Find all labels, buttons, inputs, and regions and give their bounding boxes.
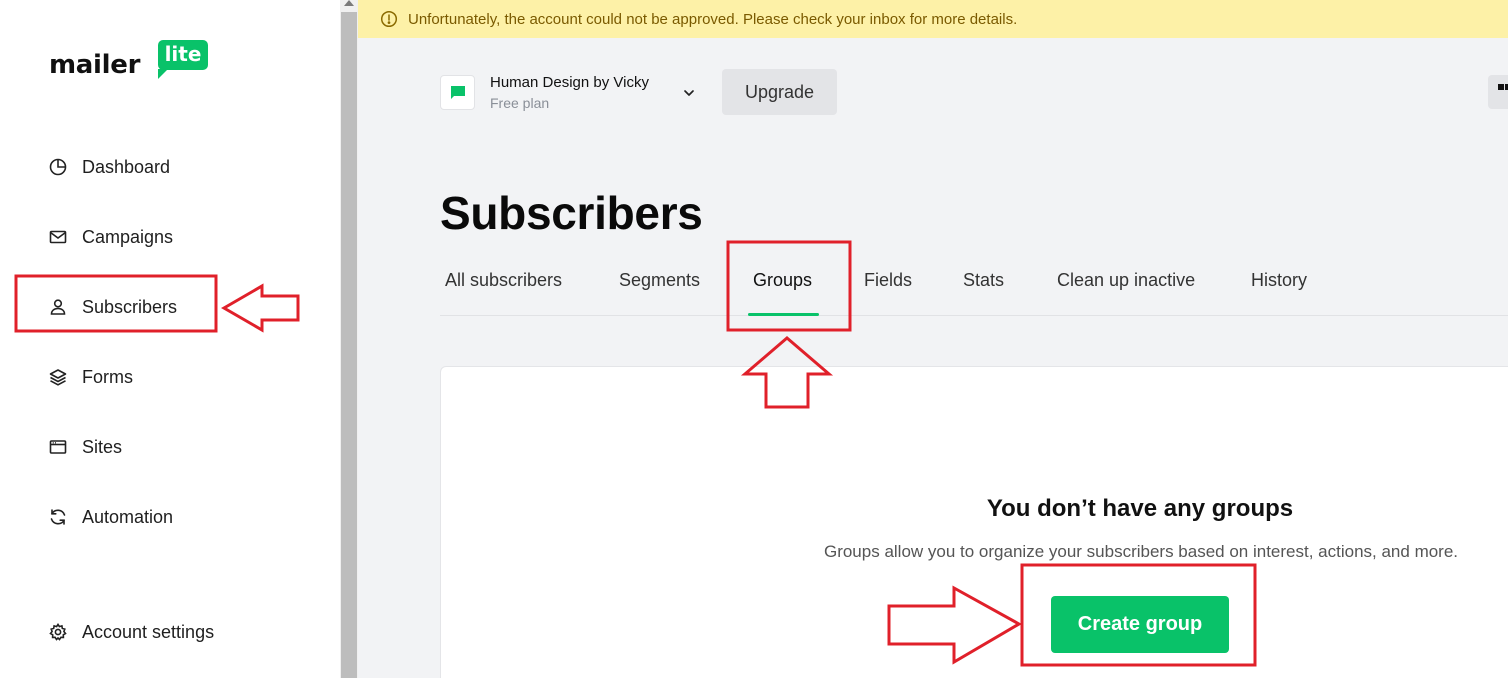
sidebar-item-dashboard[interactable]: Dashboard xyxy=(48,152,170,182)
tab-history[interactable]: History xyxy=(1251,270,1307,291)
sidebar-item-label: Subscribers xyxy=(82,296,178,317)
groups-empty-state-card: You don’t have any groups Groups allow y… xyxy=(440,366,1508,678)
tab-segments[interactable]: Segments xyxy=(619,270,700,291)
sidebar-item-sites[interactable]: Sites xyxy=(48,432,122,462)
scroll-up-arrow-icon[interactable] xyxy=(344,0,354,6)
account-switcher[interactable]: Human Design by Vicky Free plan xyxy=(440,74,694,111)
sidebar-item-label: Sites xyxy=(82,436,123,457)
sidebar-item-subscribers[interactable]: Subscribers xyxy=(48,292,177,322)
sidebar-item-label: Account settings xyxy=(82,621,215,642)
clock-pie-icon xyxy=(49,158,67,176)
create-group-button[interactable]: Create group xyxy=(1051,596,1229,653)
sidebar-item-label: Dashboard xyxy=(82,156,171,177)
sidebar-scrollbar-thumb[interactable] xyxy=(341,12,357,678)
tab-fields[interactable]: Fields xyxy=(864,270,912,291)
envelope-icon xyxy=(49,230,67,244)
account-name: Human Design by Vicky xyxy=(490,74,649,91)
gear-icon xyxy=(49,623,67,641)
tab-stats[interactable]: Stats xyxy=(963,270,1004,291)
alert-text: Unfortunately, the account could not be … xyxy=(408,10,1018,28)
sidebar-item-forms[interactable]: Forms xyxy=(48,362,133,392)
account-plan: Free plan xyxy=(490,95,550,111)
sidebar-item-automation[interactable]: Automation xyxy=(48,502,173,532)
grid-icon xyxy=(1498,84,1504,90)
sidebar-item-label: Automation xyxy=(82,506,174,527)
logo-badge-text: lite xyxy=(164,42,202,66)
tab-all-subscribers[interactable]: All subscribers xyxy=(445,270,562,291)
empty-state-title: You don’t have any groups xyxy=(986,495,1294,522)
main-content: Unfortunately, the account could not be … xyxy=(358,0,1508,678)
account-alert-banner: Unfortunately, the account could not be … xyxy=(358,0,1508,38)
active-tab-indicator xyxy=(748,313,819,316)
user-icon xyxy=(50,299,66,315)
refresh-icon xyxy=(50,509,66,525)
chat-bubble-icon xyxy=(450,86,465,99)
browser-window-icon xyxy=(49,440,67,454)
logo-wordmark: mailer xyxy=(49,50,141,80)
warning-circle-icon xyxy=(380,10,398,28)
sidebar: mailer lite Dashboard Campaigns Subscrib… xyxy=(0,0,340,678)
tab-clean-up-inactive[interactable]: Clean up inactive xyxy=(1057,270,1195,291)
layers-icon xyxy=(49,369,67,386)
chevron-down-icon[interactable] xyxy=(682,86,696,100)
logo-badge: lite xyxy=(158,40,208,79)
sidebar-item-label: Campaigns xyxy=(82,226,174,247)
empty-state-description: Groups allow you to organize your subscr… xyxy=(823,542,1459,561)
sidebar-item-campaigns[interactable]: Campaigns xyxy=(48,222,173,252)
account-info: Human Design by Vicky Free plan xyxy=(490,74,649,111)
sidebar-item-account-settings[interactable]: Account settings xyxy=(48,617,214,647)
page-title: Subscribers xyxy=(440,187,703,239)
upgrade-button[interactable]: Upgrade xyxy=(722,69,837,115)
apps-grid-button[interactable] xyxy=(1488,75,1508,109)
sidebar-item-label: Forms xyxy=(82,366,133,387)
tab-groups[interactable]: Groups xyxy=(753,270,812,291)
subscribers-tabs: All subscribers Segments Groups Fields S… xyxy=(440,262,1508,316)
account-avatar xyxy=(440,75,475,110)
